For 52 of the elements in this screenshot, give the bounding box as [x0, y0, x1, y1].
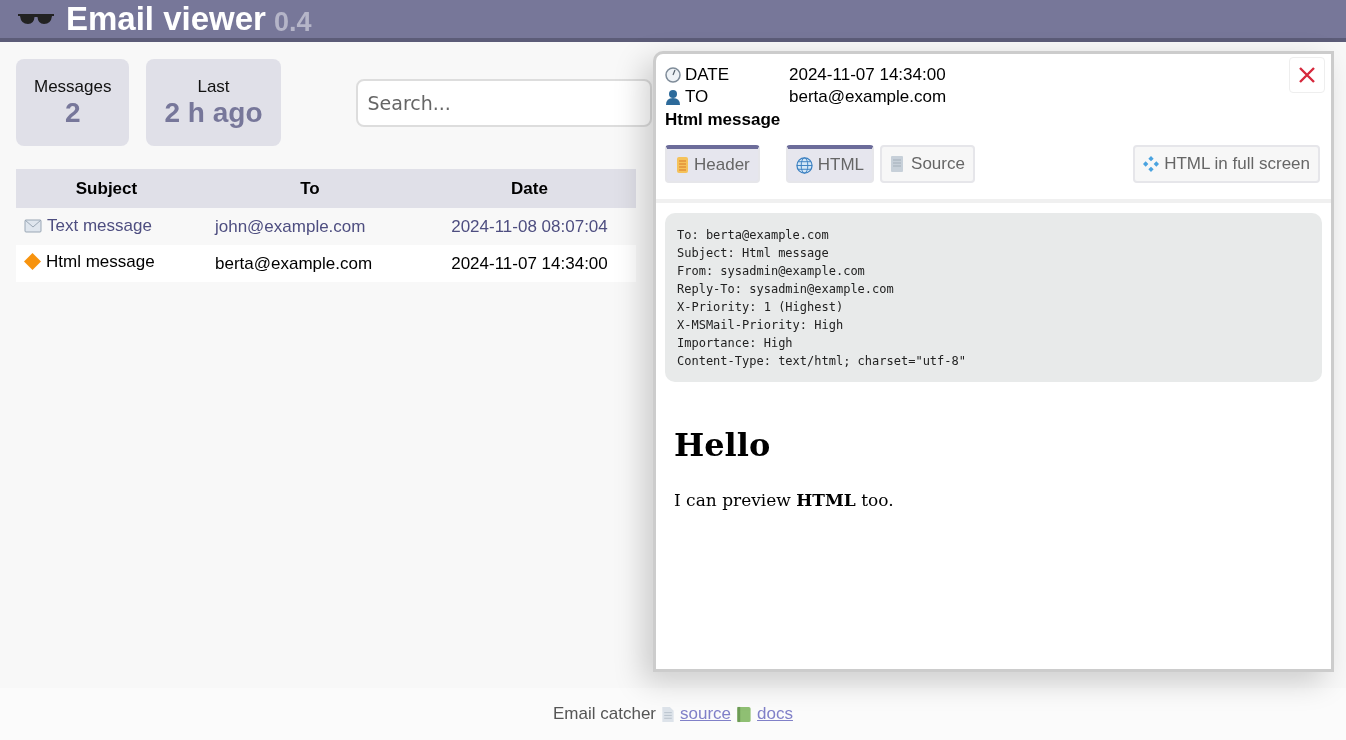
- message-row[interactable]: Text message john@example.com 2024-11-08 08:07:04: [16, 208, 636, 245]
- diamonds-icon: [1143, 156, 1160, 172]
- footer-link[interactable]: docs: [757, 704, 793, 724]
- sunglasses-icon: [18, 12, 54, 26]
- header-line: Reply-To: sysadmin@example.com: [677, 281, 895, 298]
- clock-icon: [665, 67, 681, 83]
- message-subject: Html message: [665, 110, 782, 130]
- app-title: Email viewer: [66, 0, 266, 38]
- header-line: Importance: High: [677, 335, 794, 352]
- close-button[interactable]: [1289, 57, 1325, 93]
- envelope-icon: [24, 218, 42, 233]
- table-cell: 2024-11-07 14:34:00: [451, 253, 608, 273]
- toggle-button[interactable]: Header: [665, 145, 760, 183]
- stat-value: 2 h ago: [164, 96, 263, 129]
- header-line: Subject: Html message: [677, 245, 830, 262]
- date-label: DATE: [685, 65, 731, 85]
- fullscreen-button[interactable]: HTML in full screen: [1133, 145, 1320, 183]
- table-cell: Html message: [46, 251, 155, 272]
- preview-text: I can preview HTML too.: [674, 490, 895, 510]
- stat-label: Messages: [34, 76, 112, 97]
- book-icon: [736, 705, 753, 723]
- document-icon: [661, 705, 675, 723]
- search-field[interactable]: Search...: [355, 78, 652, 127]
- header-line: X-Priority: 1 (Highest): [677, 299, 845, 316]
- message-row[interactable]: Html message berta@example.com 2024-11-07 14:34:00: [16, 245, 636, 282]
- column-header: To: [196, 169, 423, 208]
- scroll-icon: [675, 156, 689, 174]
- globe-icon: [795, 156, 813, 174]
- to-value: berta@example.com: [789, 87, 947, 107]
- stat-label: Last: [197, 76, 230, 97]
- header-line: From: sysadmin@example.com: [677, 263, 866, 280]
- table-cell: john@example.com: [214, 216, 366, 236]
- table-cell: Text message: [47, 215, 152, 236]
- date-value: 2024-11-07 14:34:00: [789, 65, 946, 85]
- header-line: To: berta@example.com: [677, 227, 830, 244]
- app-version: 0.4: [273, 6, 312, 38]
- header-line: Content-Type: text/html; charset="utf-8": [677, 353, 967, 370]
- column-header: Date: [422, 169, 636, 208]
- close-icon: [1298, 66, 1316, 84]
- table-cell: 2024-11-08 08:07:04: [451, 216, 608, 236]
- to-label: TO: [685, 87, 710, 107]
- column-header: Subject: [16, 169, 197, 208]
- footer-link[interactable]: source: [680, 704, 732, 724]
- toggle-button[interactable]: HTML: [785, 145, 875, 183]
- footer-text: Email catcher: [553, 704, 656, 724]
- table-cell: berta@example.com: [214, 253, 373, 273]
- header-line: X-MSMail-Priority: High: [677, 317, 845, 334]
- diamond-icon: [24, 253, 41, 271]
- toggle-button[interactable]: Source: [880, 145, 975, 183]
- preview-heading: Hello: [674, 426, 772, 464]
- person-icon: [665, 89, 681, 105]
- stat-value: 2: [64, 96, 81, 129]
